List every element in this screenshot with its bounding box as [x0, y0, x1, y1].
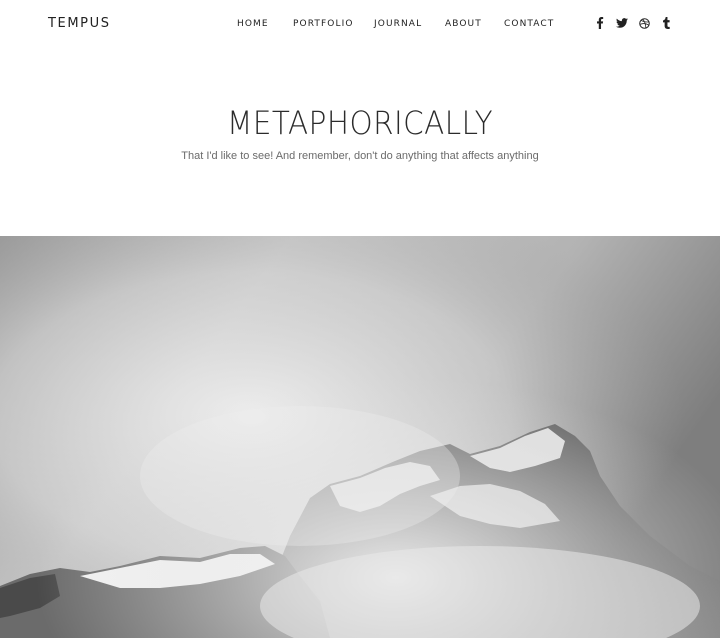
nav-item-journal[interactable]: JOURNAL [374, 19, 445, 29]
site-header: TEMPUS HOME PORTFOLIO JOURNAL ABOUT CONT… [0, 0, 720, 48]
page: TEMPUS HOME PORTFOLIO JOURNAL ABOUT CONT… [0, 0, 720, 638]
twitter-icon[interactable] [611, 15, 633, 31]
nav-item-home[interactable]: HOME [237, 19, 293, 29]
site-logo[interactable]: TEMPUS [48, 16, 111, 31]
facebook-icon[interactable] [589, 15, 611, 31]
tumblr-icon[interactable] [655, 15, 677, 31]
page-subtitle: That I'd like to see! And remember, don'… [181, 150, 539, 162]
social-links [589, 15, 677, 31]
nav-item-about[interactable]: ABOUT [445, 19, 504, 29]
hero-image-mountain [0, 236, 720, 638]
main-nav: HOME PORTFOLIO JOURNAL ABOUT CONTACT [237, 19, 554, 29]
dribbble-icon[interactable] [633, 15, 655, 31]
nav-item-contact[interactable]: CONTACT [504, 19, 554, 29]
nav-item-portfolio[interactable]: PORTFOLIO [293, 19, 374, 29]
page-title: METAPHORICALLY [226, 104, 494, 142]
